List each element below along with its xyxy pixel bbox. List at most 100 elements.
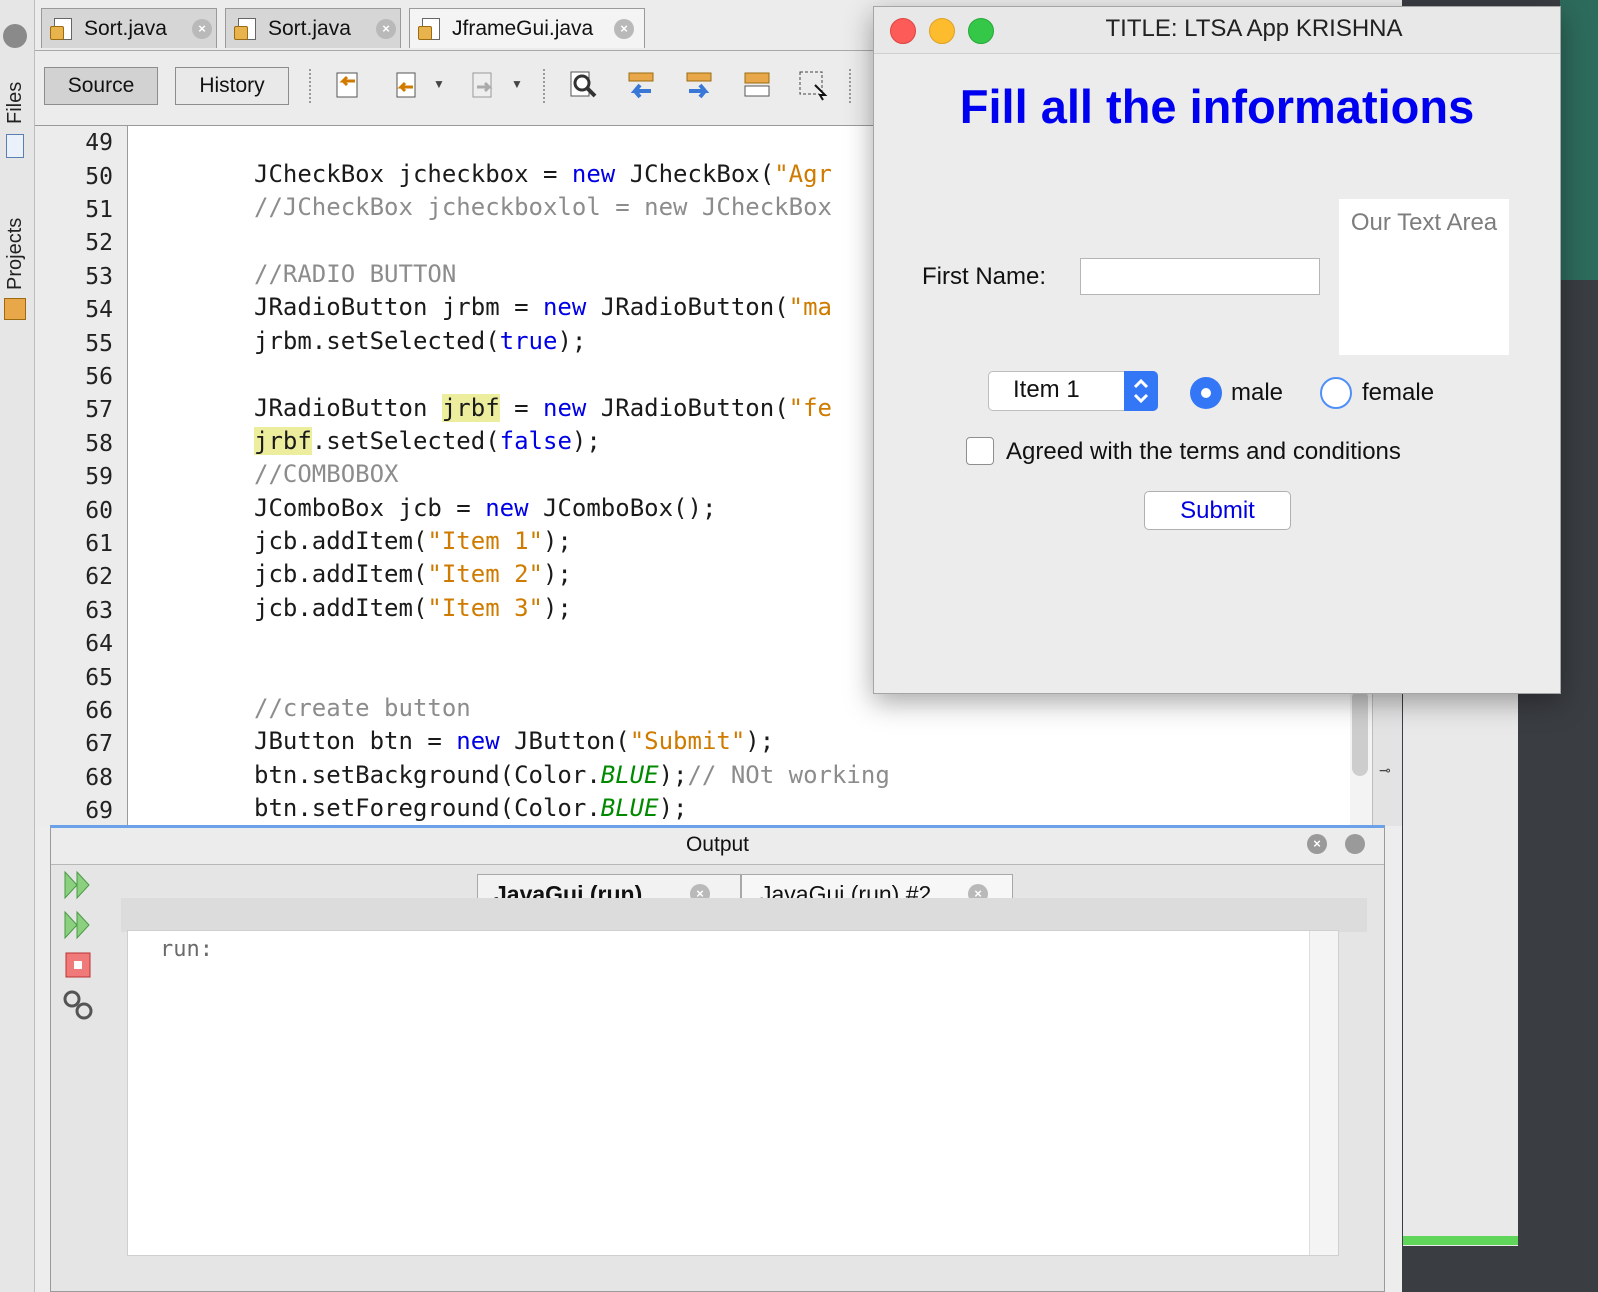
code-line-54: JRadioButton jrbm = new JRadioButton("ma xyxy=(254,293,832,321)
male-radio[interactable] xyxy=(1190,377,1222,409)
output-tab-strip xyxy=(121,898,1367,932)
chevron-up-down-icon xyxy=(1133,378,1149,404)
line-number: 49 xyxy=(85,130,113,156)
output-panel: Output × JavaGui (run) × JavaGui (run) #… xyxy=(50,825,1385,1292)
item-combobox[interactable]: Item 1 xyxy=(988,371,1158,411)
code-line-68: btn.setBackground(Color.BLUE);// NOt wor… xyxy=(254,761,890,789)
window-title: TITLE: LTSA App KRISHNA xyxy=(1105,15,1403,42)
rerun-with-params-icon[interactable] xyxy=(61,908,95,942)
line-number: 63 xyxy=(85,598,113,624)
code-line-53: //RADIO BUTTON xyxy=(254,260,457,288)
code-line-61: jcb.addItem("Item 1"); xyxy=(254,527,572,555)
combobox-arrow-button[interactable] xyxy=(1124,371,1158,411)
toggle-highlight-icon[interactable] xyxy=(741,69,773,101)
projects-icon xyxy=(4,298,26,320)
minimize-window-icon[interactable] xyxy=(929,18,955,44)
chevron-down-icon[interactable]: ▼ xyxy=(511,77,523,91)
fold-gutter xyxy=(128,126,191,826)
line-number: 59 xyxy=(85,464,113,490)
tab-label: Sort.java xyxy=(268,16,351,40)
line-number: 53 xyxy=(85,264,113,290)
close-window-icon[interactable] xyxy=(890,18,916,44)
line-number: 51 xyxy=(85,197,113,223)
chevron-down-icon[interactable]: ▼ xyxy=(433,77,445,91)
history-button[interactable]: History xyxy=(175,67,289,105)
files-icon xyxy=(6,134,24,158)
combobox-value: Item 1 xyxy=(1013,376,1080,403)
male-label[interactable]: male xyxy=(1231,379,1283,407)
editor-scrollbar-thumb[interactable] xyxy=(1352,690,1368,776)
line-number: 55 xyxy=(85,331,113,357)
text-area[interactable]: Our Text Area xyxy=(1339,199,1509,355)
line-number: 67 xyxy=(85,731,113,757)
submit-button[interactable]: Submit xyxy=(1144,491,1291,530)
line-number: 66 xyxy=(85,698,113,724)
find-next-icon[interactable] xyxy=(683,69,715,101)
left-sidebar-strip: Files Projects xyxy=(0,0,35,1292)
jframe-window: TITLE: LTSA App KRISHNA Fill all the inf… xyxy=(873,6,1561,694)
window-restore-icon[interactable] xyxy=(3,24,27,48)
pin-icon: ⊸ xyxy=(1379,762,1391,778)
line-number: 52 xyxy=(85,230,113,256)
radio-dot xyxy=(1201,388,1211,398)
code-line-69: btn.setForeground(Color.BLUE); xyxy=(254,794,688,822)
code-line-51: //JCheckBox jcheckboxlol = new JCheckBox xyxy=(254,193,832,221)
tab-sort-java-2[interactable]: Sort.java × xyxy=(225,8,401,48)
code-line-62: jcb.addItem("Item 2"); xyxy=(254,560,572,588)
female-radio[interactable] xyxy=(1320,377,1352,409)
java-file-icon xyxy=(234,16,260,42)
line-number: 58 xyxy=(85,431,113,457)
java-file-icon xyxy=(50,16,76,42)
line-number: 62 xyxy=(85,564,113,590)
terms-label[interactable]: Agreed with the terms and conditions xyxy=(1006,438,1401,466)
code-line-50: JCheckBox jcheckbox = new JCheckBox("Agr xyxy=(254,160,832,188)
last-edit-icon[interactable] xyxy=(331,69,363,101)
close-icon[interactable]: × xyxy=(192,19,212,39)
files-tab[interactable]: Files xyxy=(4,82,27,124)
source-button[interactable]: Source xyxy=(44,67,158,105)
close-icon[interactable]: × xyxy=(614,19,634,39)
toolbar-separator xyxy=(309,69,311,103)
line-number: 60 xyxy=(85,498,113,524)
code-line-63: jcb.addItem("Item 3"); xyxy=(254,594,572,622)
code-line-58: jrbf.setSelected(false); xyxy=(254,427,601,455)
tab-sort-java-1[interactable]: Sort.java × xyxy=(41,8,217,48)
forward-icon[interactable] xyxy=(467,69,499,101)
line-number: 54 xyxy=(85,297,113,323)
tab-label: JframeGui.java xyxy=(452,16,594,40)
projects-tab[interactable]: Projects xyxy=(4,218,27,290)
line-number: 50 xyxy=(85,164,113,190)
code-line-57: JRadioButton jrbf = new JRadioButton("fe xyxy=(254,394,833,422)
find-icon[interactable] xyxy=(567,69,599,101)
code-line-55: jrbm.setSelected(true); xyxy=(254,327,587,355)
console-scrollbar[interactable] xyxy=(1309,931,1338,1255)
code-line-59: //COMBOBOX xyxy=(254,460,399,488)
tab-jframegui-java[interactable]: JframeGui.java × xyxy=(409,8,645,48)
find-previous-icon[interactable] xyxy=(625,69,657,101)
background-panel xyxy=(1403,690,1518,1246)
back-icon[interactable] xyxy=(391,69,423,101)
line-number: 57 xyxy=(85,397,113,423)
java-file-icon xyxy=(418,16,444,42)
stop-icon[interactable] xyxy=(63,950,93,980)
settings-icon[interactable] xyxy=(61,988,95,1022)
first-name-input[interactable] xyxy=(1080,258,1320,295)
close-icon[interactable]: × xyxy=(376,19,396,39)
tab-label: Sort.java xyxy=(84,16,167,40)
first-name-label: First Name: xyxy=(922,263,1047,290)
toolbar-separator xyxy=(849,69,851,103)
window-titlebar[interactable]: TITLE: LTSA App KRISHNA xyxy=(874,7,1560,54)
toolbar-separator xyxy=(543,69,545,103)
close-icon[interactable]: × xyxy=(1307,834,1327,854)
terms-checkbox[interactable] xyxy=(966,437,994,465)
line-number-gutter: 49 50 51 52 53 54 55 56 57 58 59 60 61 6… xyxy=(35,126,128,826)
background-accent xyxy=(1560,0,1598,280)
line-number: 56 xyxy=(85,364,113,390)
rectangular-selection-icon[interactable] xyxy=(797,69,829,101)
rerun-icon[interactable] xyxy=(61,868,95,902)
background-progress xyxy=(1403,1236,1518,1245)
line-number: 64 xyxy=(85,631,113,657)
output-console[interactable]: run: xyxy=(127,930,1339,1256)
female-label[interactable]: female xyxy=(1362,379,1434,407)
maximize-icon[interactable] xyxy=(1345,834,1365,854)
